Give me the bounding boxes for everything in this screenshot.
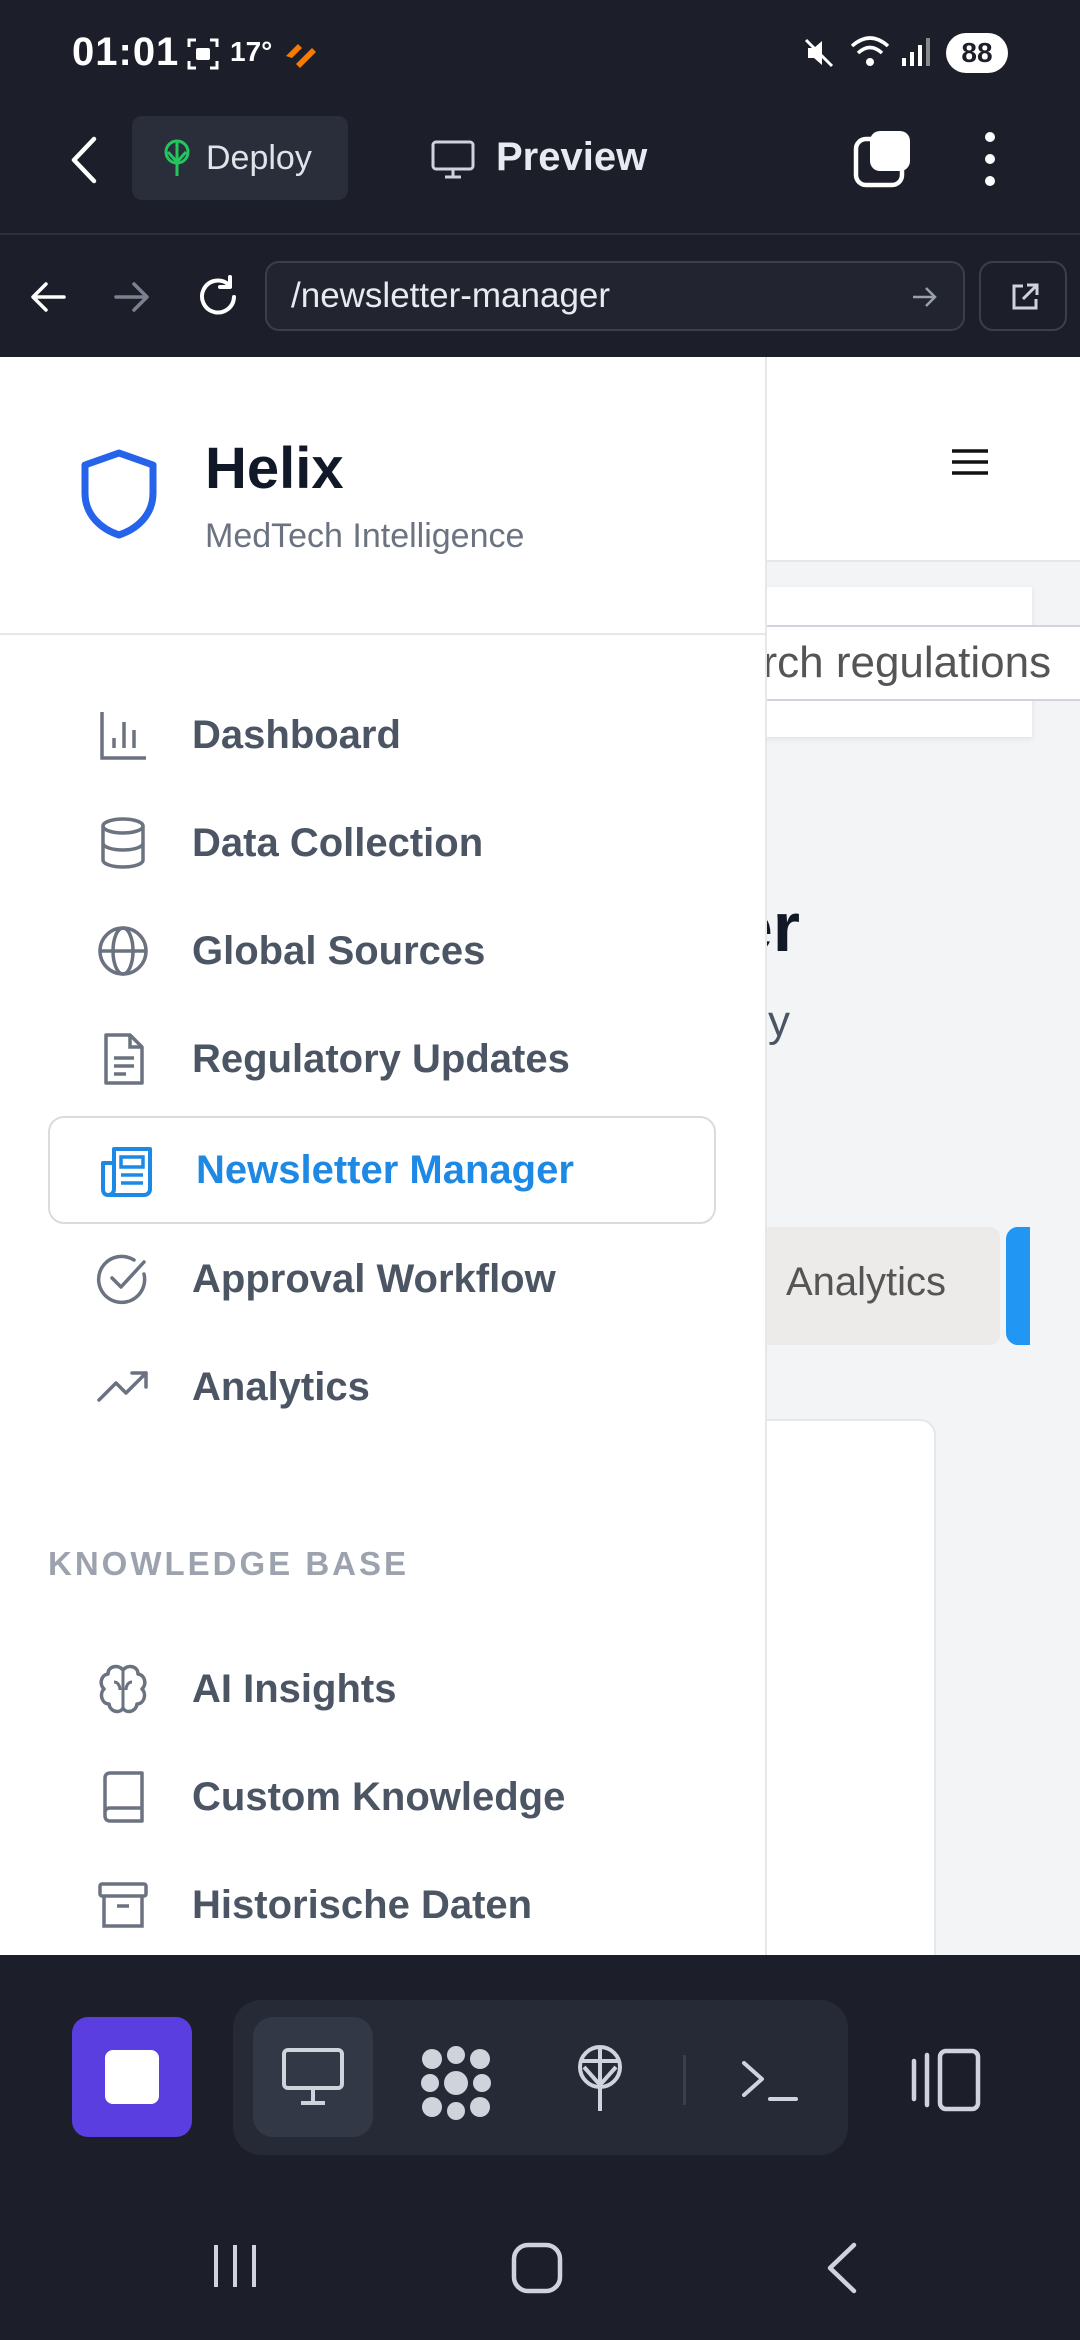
sidebar-item-label: Global Sources [192,928,486,973]
sidebar-item-label: Approval Workflow [192,1256,556,1301]
sidebar-item-newsletter-manager[interactable]: Newsletter Manager [48,1116,716,1224]
url-text: /newsletter-manager [291,276,611,315]
globe-icon [98,926,148,976]
monitor-icon [431,140,475,179]
brain-icon [99,1664,147,1714]
preview-tab-label[interactable]: Preview [496,135,647,180]
agents-grid-icon[interactable] [418,2045,494,2121]
system-back-icon[interactable] [822,2241,862,2295]
stop-button[interactable] [72,2017,192,2137]
check-circle-icon [96,1254,147,1305]
sidebar-item-label: Analytics [192,1364,370,1409]
sidebar-drawer: Helix MedTech Intelligence Dashboard Dat… [0,357,767,1955]
tab-analytics[interactable]: Analytics [786,1260,946,1305]
sidebar-item-label: Regulatory Updates [192,1036,570,1081]
database-icon [101,817,145,869]
wifi-icon [850,36,890,66]
url-input[interactable]: /newsletter-manager [265,261,965,331]
back-chevron-icon[interactable] [66,135,102,185]
primary-action-button[interactable] [1006,1227,1030,1345]
external-link-icon [1012,283,1039,310]
weather-app-icon [286,44,316,68]
screenshot-icon [187,38,219,70]
archive-icon [98,1882,148,1928]
trending-up-icon [97,1371,148,1402]
sidebar-item-historische-daten[interactable]: Historische Daten [48,1851,716,1955]
brand-header: Helix MedTech Intelligence [0,357,767,635]
terminal-icon[interactable] [740,2055,800,2105]
monitor-icon [282,2048,344,2105]
system-navigation-bar [0,2155,1080,2340]
recents-icon[interactable] [210,2241,260,2291]
tabs-switcher-icon[interactable] [852,127,914,189]
web-preview: arch regulations er y Analytics Helix Me… [0,357,1080,1955]
sidebar-item-label: Historische Daten [192,1882,533,1927]
dock-preview-button[interactable] [253,2017,373,2137]
go-arrow-icon[interactable] [911,285,939,309]
browser-back-icon[interactable] [28,279,68,315]
sidebar-item-label: Data Collection [192,820,484,865]
sidebar-item-ai-insights[interactable]: AI Insights [48,1635,716,1743]
sidebar-item-label: AI Insights [192,1666,397,1711]
browser-forward-icon[interactable] [112,279,152,315]
status-temperature: 17° [230,36,273,67]
knowledge-base-heading: KNOWLEDGE BASE [48,1545,410,1582]
sidebar-item-custom-knowledge[interactable]: Custom Knowledge [48,1743,716,1851]
deploy-button[interactable]: Deploy [132,116,348,200]
sidebar-item-approval-workflow[interactable]: Approval Workflow [48,1225,716,1333]
brand-tagline: MedTech Intelligence [205,517,525,555]
sidebar-item-dashboard[interactable]: Dashboard [48,681,716,789]
brand-name: Helix [205,436,344,501]
more-vertical-icon[interactable] [978,129,1002,189]
sidebar-item-label: Newsletter Manager [196,1147,574,1192]
deploy-antenna-icon [164,139,190,176]
sidebar-item-analytics[interactable]: Analytics [48,1333,716,1441]
status-time: 01:01 [72,30,180,74]
document-icon [104,1033,144,1085]
device-toggle-icon[interactable] [910,2047,984,2113]
book-icon [103,1771,144,1823]
sidebar-item-data-collection[interactable]: Data Collection [48,789,716,897]
reload-icon[interactable] [194,273,242,321]
bar-chart-icon [100,712,146,760]
mute-icon [804,38,834,68]
open-external-button[interactable] [979,261,1067,331]
sidebar-item-label: Custom Knowledge [192,1774,566,1819]
sidebar-item-global-sources[interactable]: Global Sources [48,897,716,1005]
sidebar-item-regulatory-updates[interactable]: Regulatory Updates [48,1005,716,1113]
status-bar: 01:01 17° 88 [0,0,1080,105]
newspaper-icon [101,1147,152,1197]
deploy-antenna-icon[interactable] [570,2043,630,2115]
app-toolbar: Deploy Preview [0,105,1080,235]
dock-divider [683,2055,686,2105]
home-icon[interactable] [510,2241,564,2295]
stop-square-icon [105,2050,159,2104]
battery-indicator: 88 [946,33,1008,73]
search-placeholder: arch regulations [738,638,1052,687]
ide-dock [0,1955,1080,2155]
shield-logo-icon [81,449,157,539]
browser-url-row: /newsletter-manager [0,237,1080,357]
deploy-label: Deploy [206,138,312,177]
sidebar-item-label: Dashboard [192,712,401,757]
signal-icon [902,38,930,66]
hamburger-menu-icon[interactable] [940,437,1000,487]
